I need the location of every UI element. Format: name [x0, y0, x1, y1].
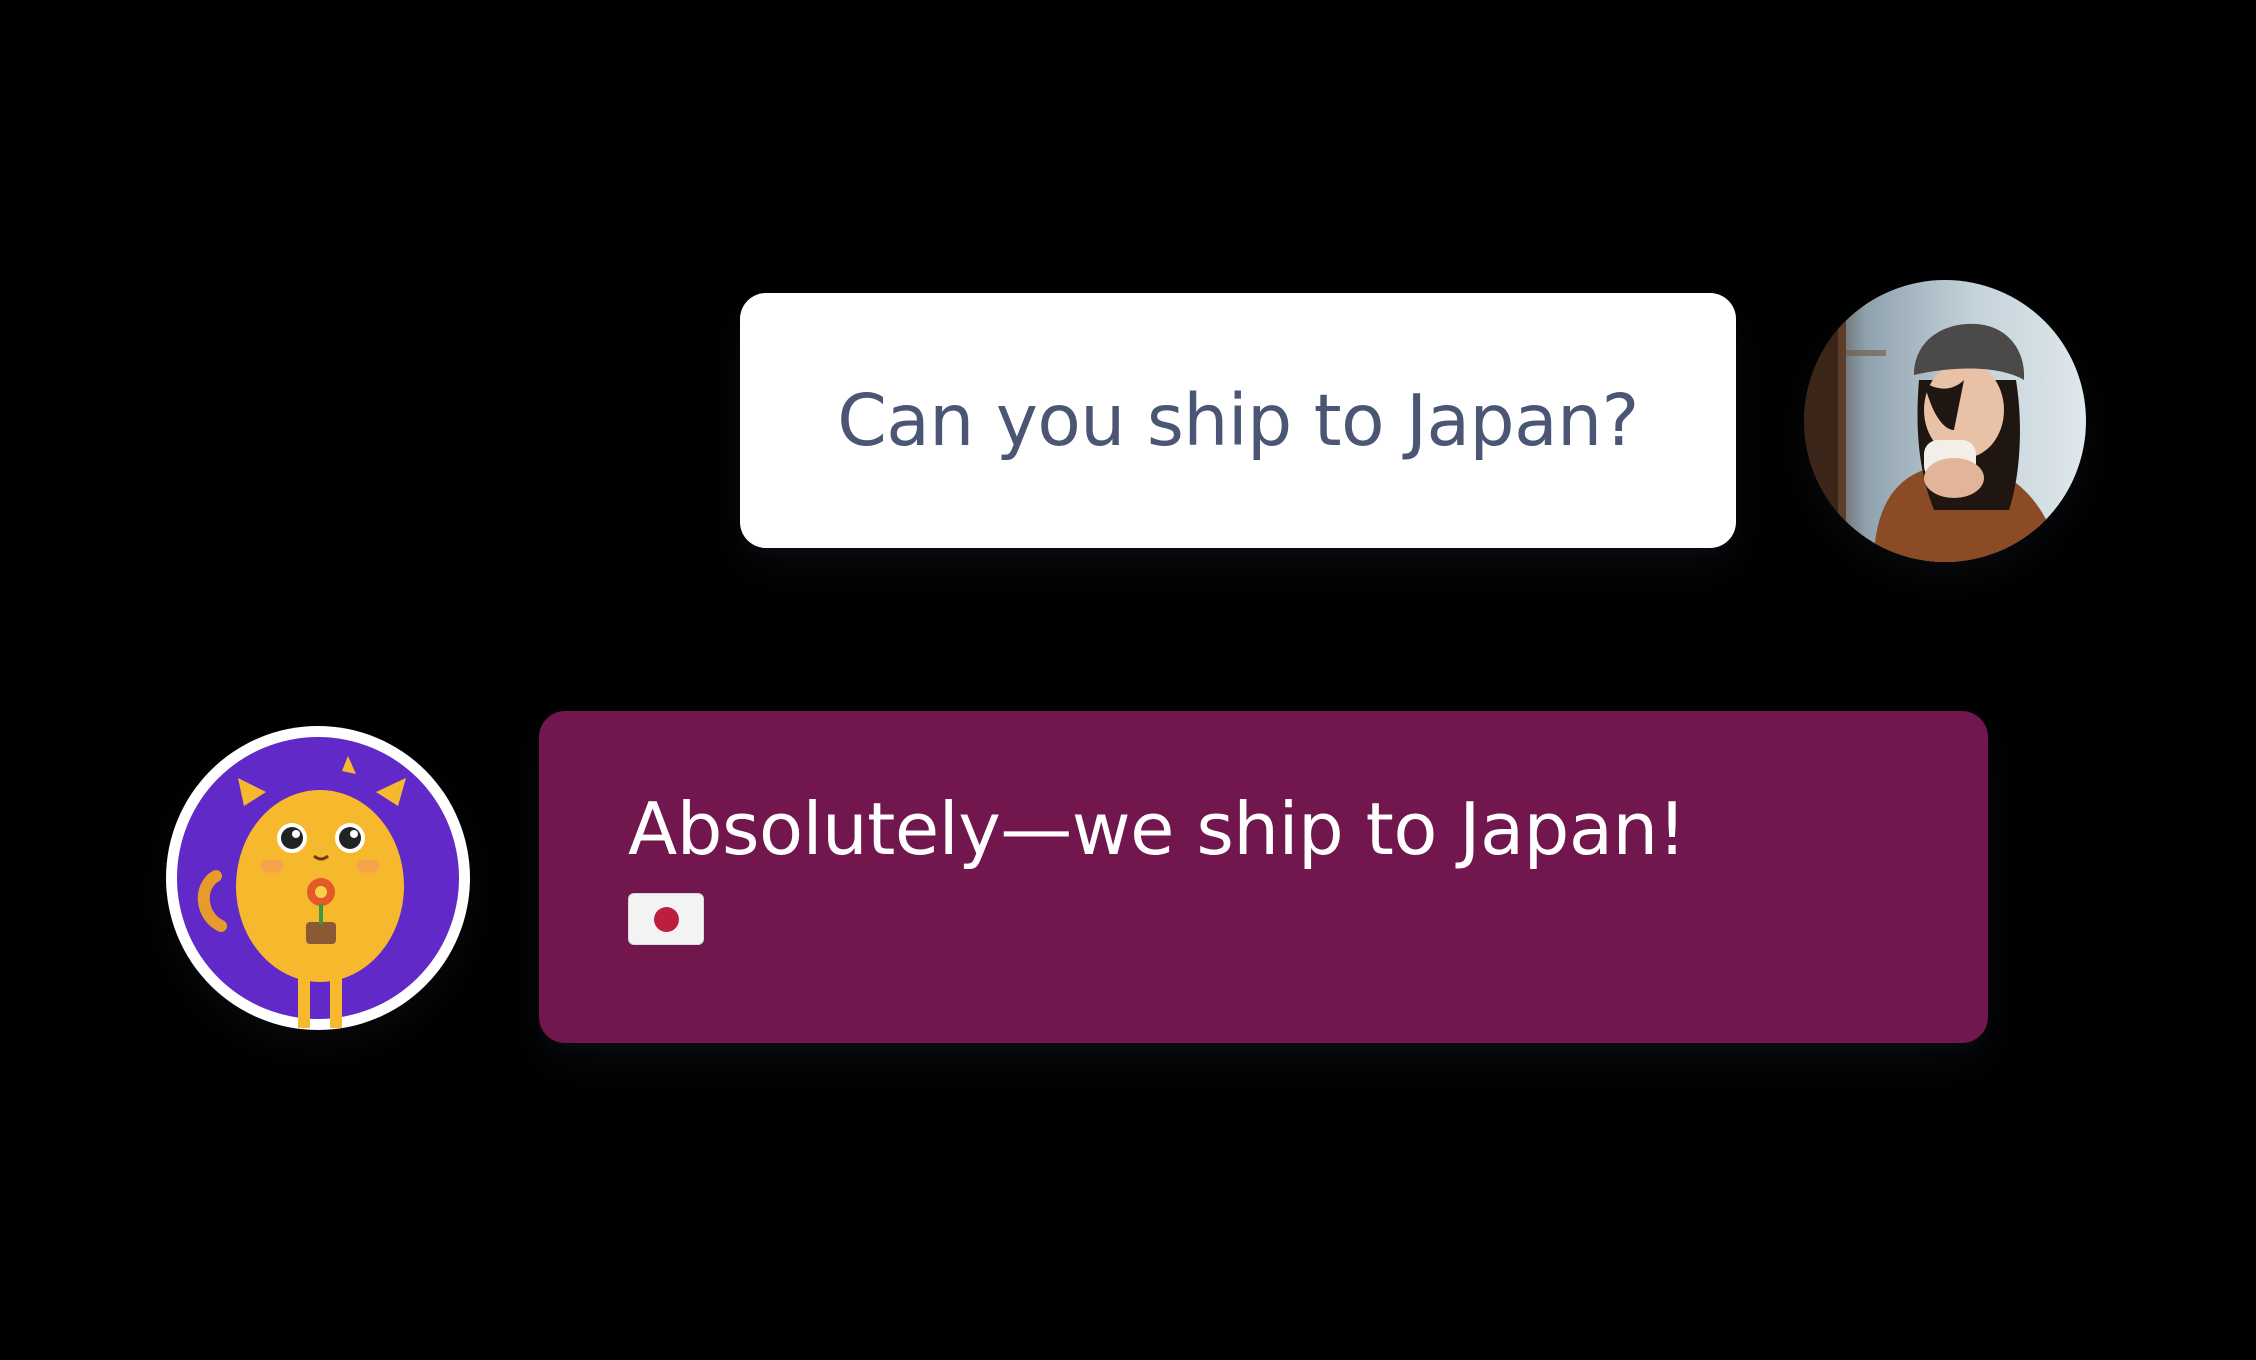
bot-message-text: Absolutely—we ship to Japan!	[628, 787, 1686, 871]
cat-mascot-icon	[177, 737, 459, 1028]
user-message-text: Can you ship to Japan?	[837, 379, 1639, 462]
bot-message-bubble: Absolutely—we ship to Japan!	[539, 711, 1988, 1043]
chat-canvas: Can you ship to Japan? Absolutely—we shi…	[0, 0, 2256, 1360]
woman-drinking-coffee-photo-icon	[1804, 280, 2086, 562]
user-avatar[interactable]	[1804, 280, 2086, 562]
user-message-bubble: Can you ship to Japan?	[740, 293, 1736, 548]
bot-avatar[interactable]	[166, 726, 470, 1030]
japan-flag-icon	[628, 893, 704, 945]
